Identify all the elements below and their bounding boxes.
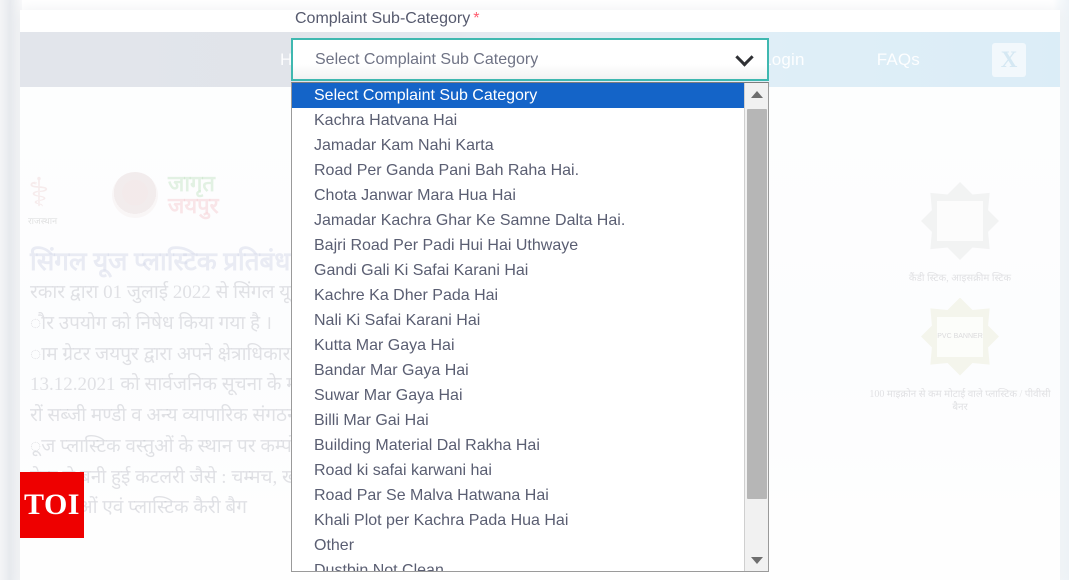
field-label: Complaint Sub-Category * (295, 10, 769, 28)
dropdown-option[interactable]: Jamadar Kachra Ghar Ke Samne Dalta Hai. (292, 208, 744, 233)
dropdown-option[interactable]: Road Per Ganda Pani Bah Raha Hai. (292, 158, 744, 183)
complaint-subcategory-field: Complaint Sub-Category * Select Complaint… (291, 0, 769, 572)
chevron-down-icon (735, 47, 754, 67)
dropdown-option[interactable]: Kachre Ka Dher Pada Hai (292, 283, 744, 308)
select-selected-value: Select Complaint Sub Category (315, 50, 539, 68)
page-left-edge (0, 0, 22, 580)
candy-stick-caption: कैंडी स्टिक, आइसक्रीम स्टिक (908, 273, 1012, 284)
dropdown-option[interactable]: Jamadar Kam Nahi Karta (292, 133, 744, 158)
scroll-down-arrow-icon[interactable] (745, 549, 768, 571)
toi-watermark-logo: TOI (20, 472, 84, 538)
logo-line-1: जागृत (168, 171, 215, 196)
dropdown-option[interactable]: Gandi Gali Ki Safai Karani Hai (292, 258, 744, 283)
pvc-banner-image: PVC BANNER (937, 316, 983, 357)
dropdown-option[interactable]: Kutta Mar Gaya Hai (292, 333, 744, 358)
pvc-banner-caption: 100 माइक्रोन से कम मोटाई वाले प्लास्टिक … (869, 388, 1051, 414)
jaipur-emblem-icon (112, 172, 158, 218)
scrollbar-thumb[interactable] (747, 109, 767, 499)
field-label-text: Complaint Sub-Category (295, 10, 471, 27)
plastic-items-icon-column: कैंडी स्टिक, आइसक्रीम स्टिक PVC BANNER 1… (865, 182, 1055, 415)
dropdown-scrollbar[interactable] (744, 83, 768, 571)
dropdown-option[interactable]: Bandar Mar Gaya Hai (292, 358, 744, 383)
emblem-caption: राजस्थान (28, 216, 58, 226)
dropdown-option[interactable]: Road Par Se Malva Hatwana Hai (292, 483, 744, 508)
candy-stick-icon (921, 182, 999, 260)
dropdown-option[interactable]: Chota Janwar Mara Hua Hai (292, 183, 744, 208)
logo-line-2: जयपुर (168, 193, 219, 218)
dropdown-option[interactable]: Suwar Mar Gaya Hai (292, 383, 744, 408)
dropdown-options-panel[interactable]: Select Complaint Sub Category Kachra Hatv… (291, 82, 769, 572)
dropdown-option[interactable]: Select Complaint Sub Category (292, 83, 744, 108)
required-marker: * (473, 10, 480, 27)
candy-stick-image (937, 201, 983, 241)
dropdown-option[interactable]: Building Material Dal Rakha Hai (292, 433, 744, 458)
screen-root: Ho Officer Login FAQs X नगर निगम ग्रेटर … (0, 0, 1069, 580)
jagrat-jaipur-logo: जागृत जयपुर (112, 172, 219, 218)
nav-item-faqs[interactable]: FAQs (877, 50, 920, 70)
rajasthan-emblem-icon: ⚕ राजस्थान (28, 170, 58, 226)
dropdown-option[interactable]: Khali Plot per Kachra Pada Hua Hai (292, 508, 744, 533)
pvc-banner-icon: PVC BANNER (921, 297, 999, 376)
scroll-up-arrow-icon[interactable] (745, 83, 768, 105)
close-icon[interactable]: X (992, 42, 1026, 77)
dropdown-option[interactable]: Road ki safai karwani hai (292, 458, 744, 483)
dropdown-option[interactable]: Kachra Hatvana Hai (292, 108, 744, 133)
dropdown-option-list[interactable]: Select Complaint Sub Category Kachra Hatv… (292, 83, 744, 571)
dropdown-option[interactable]: Billi Mar Gai Hai (292, 408, 744, 433)
dropdown-option[interactable]: Nali Ki Safai Karani Hai (292, 308, 744, 333)
dropdown-option[interactable]: Dustbin Not Clean (292, 558, 744, 571)
dropdown-option[interactable]: Other (292, 533, 744, 558)
dropdown-option[interactable]: Bajri Road Per Padi Hui Hai Uthwaye (292, 233, 744, 258)
complaint-subcategory-select[interactable]: Select Complaint Sub Category (291, 38, 769, 81)
